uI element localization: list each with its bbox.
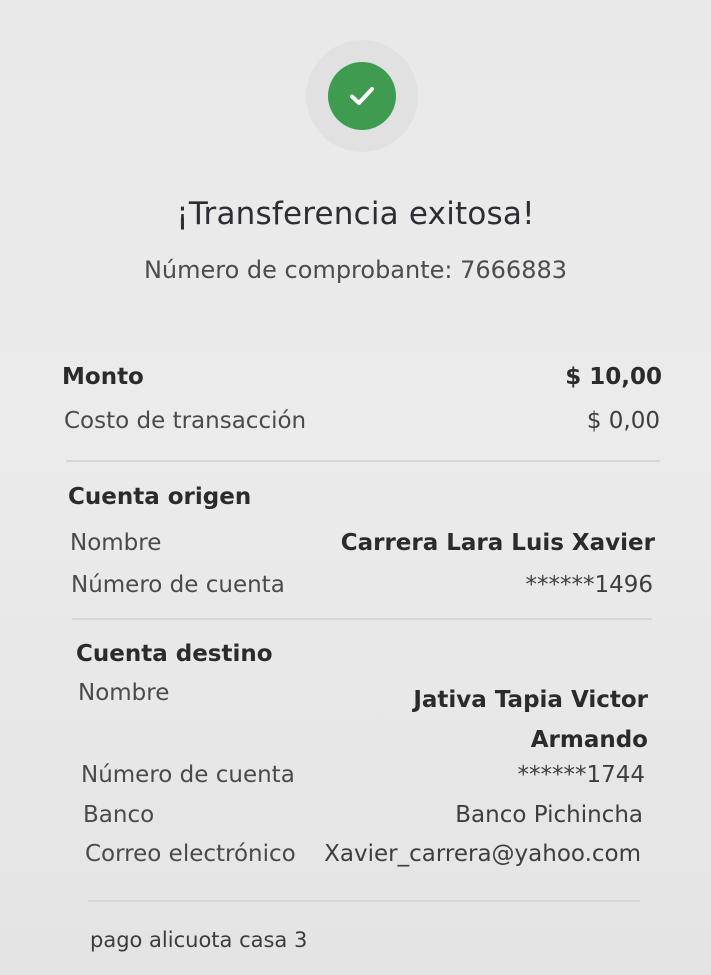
- destination-email-value: Xavier_carrera@yahoo.com: [324, 841, 641, 867]
- amount-value: $ 10,00: [565, 364, 662, 390]
- destination-divider: [88, 900, 640, 902]
- destination-account-row: Número de cuenta ******1744: [81, 762, 645, 790]
- origin-name-label: Nombre: [70, 530, 162, 556]
- origin-name-row: Nombre Carrera Lara Luis Xavier: [70, 530, 655, 558]
- origin-name-value: Carrera Lara Luis Xavier: [340, 530, 655, 556]
- success-title: ¡Transferencia exitosa!: [176, 196, 535, 232]
- destination-bank-value: Banco Pichincha: [455, 802, 643, 828]
- destination-account-label: Número de cuenta: [81, 762, 295, 788]
- destination-name-row: Nombre Jativa Tapia Victor Armando: [78, 680, 648, 760]
- check-icon: [350, 87, 374, 105]
- transaction-fee-row: Costo de transacción $ 0,00: [64, 408, 660, 436]
- destination-name-label: Nombre: [78, 680, 170, 706]
- destination-bank-row: Banco Banco Pichincha: [83, 802, 643, 830]
- origin-account-value: ******1496: [525, 572, 653, 598]
- origin-divider: [72, 618, 652, 620]
- origin-account-row: Número de cuenta ******1496: [71, 572, 653, 600]
- amount-label: Monto: [62, 364, 144, 390]
- destination-bank-label: Banco: [83, 802, 155, 828]
- transaction-fee-value: $ 0,00: [586, 408, 660, 434]
- transfer-receipt-screen: ¡Transferencia exitosa! Número de compro…: [0, 0, 711, 975]
- success-indicator: [306, 40, 418, 152]
- origin-account-label: Número de cuenta: [71, 572, 285, 598]
- origin-section-title: Cuenta origen: [68, 484, 252, 510]
- destination-section-title: Cuenta destino: [76, 641, 273, 667]
- destination-account-value: ******1744: [517, 762, 645, 788]
- receipt-number: Número de comprobante: 7666883: [143, 256, 568, 284]
- success-badge: [328, 62, 396, 130]
- destination-email-row: Correo electrónico Xavier_carrera@yahoo.…: [85, 841, 641, 869]
- transfer-description: pago alicuota casa 3: [90, 928, 308, 952]
- destination-name-value: Jativa Tapia Victor Armando: [413, 687, 648, 753]
- destination-email-label: Correo electrónico: [85, 841, 296, 867]
- amount-row: Monto $ 10,00: [62, 364, 662, 392]
- transaction-fee-label: Costo de transacción: [64, 408, 307, 434]
- summary-divider: [66, 460, 660, 462]
